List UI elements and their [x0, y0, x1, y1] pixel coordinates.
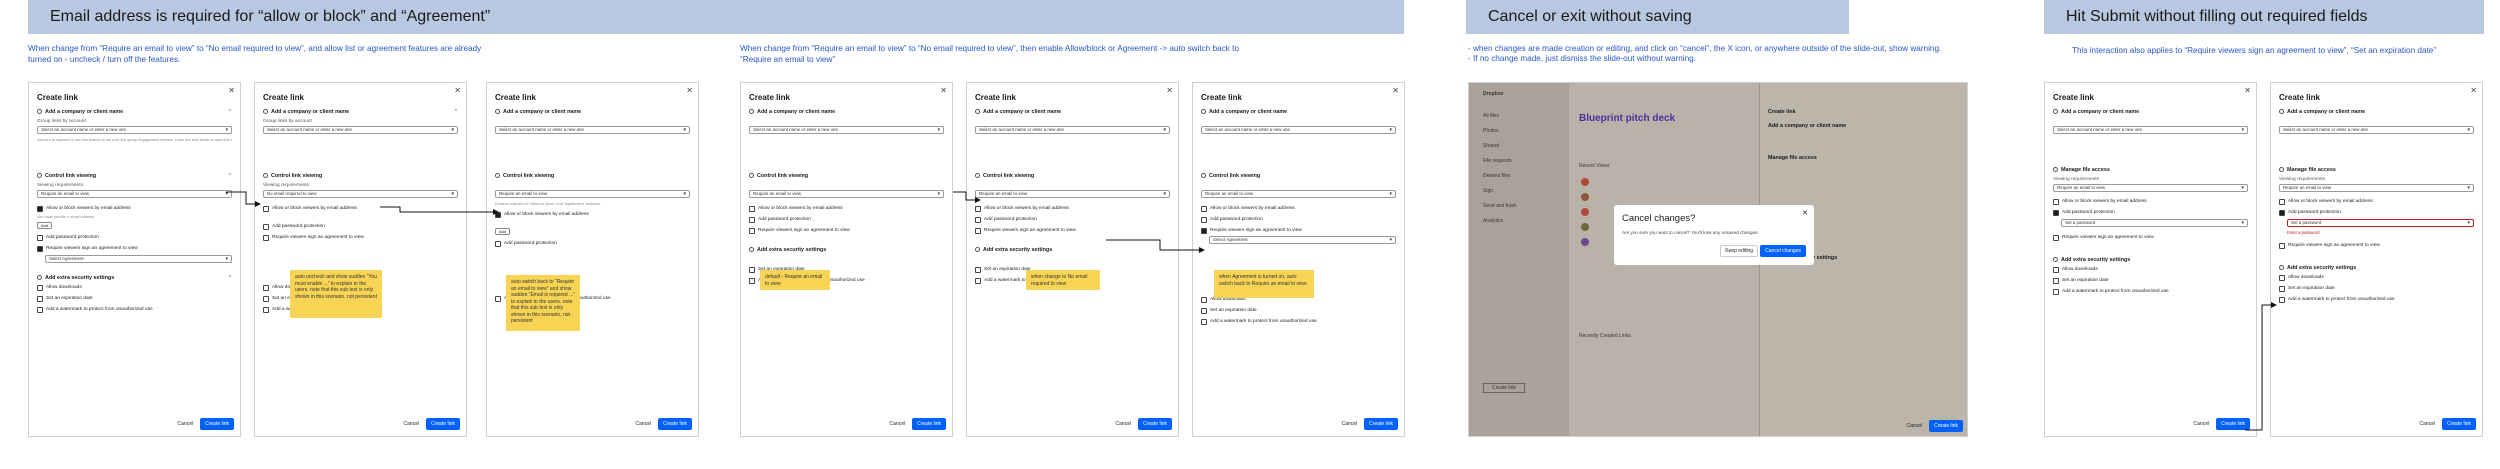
flow-arrow [953, 191, 981, 203]
flow-arrow [1106, 239, 1205, 253]
flow-arrow [2245, 302, 2277, 431]
flow-arrow [226, 191, 261, 207]
flow-arrow [380, 206, 499, 215]
flow-arrows [226, 191, 2277, 431]
